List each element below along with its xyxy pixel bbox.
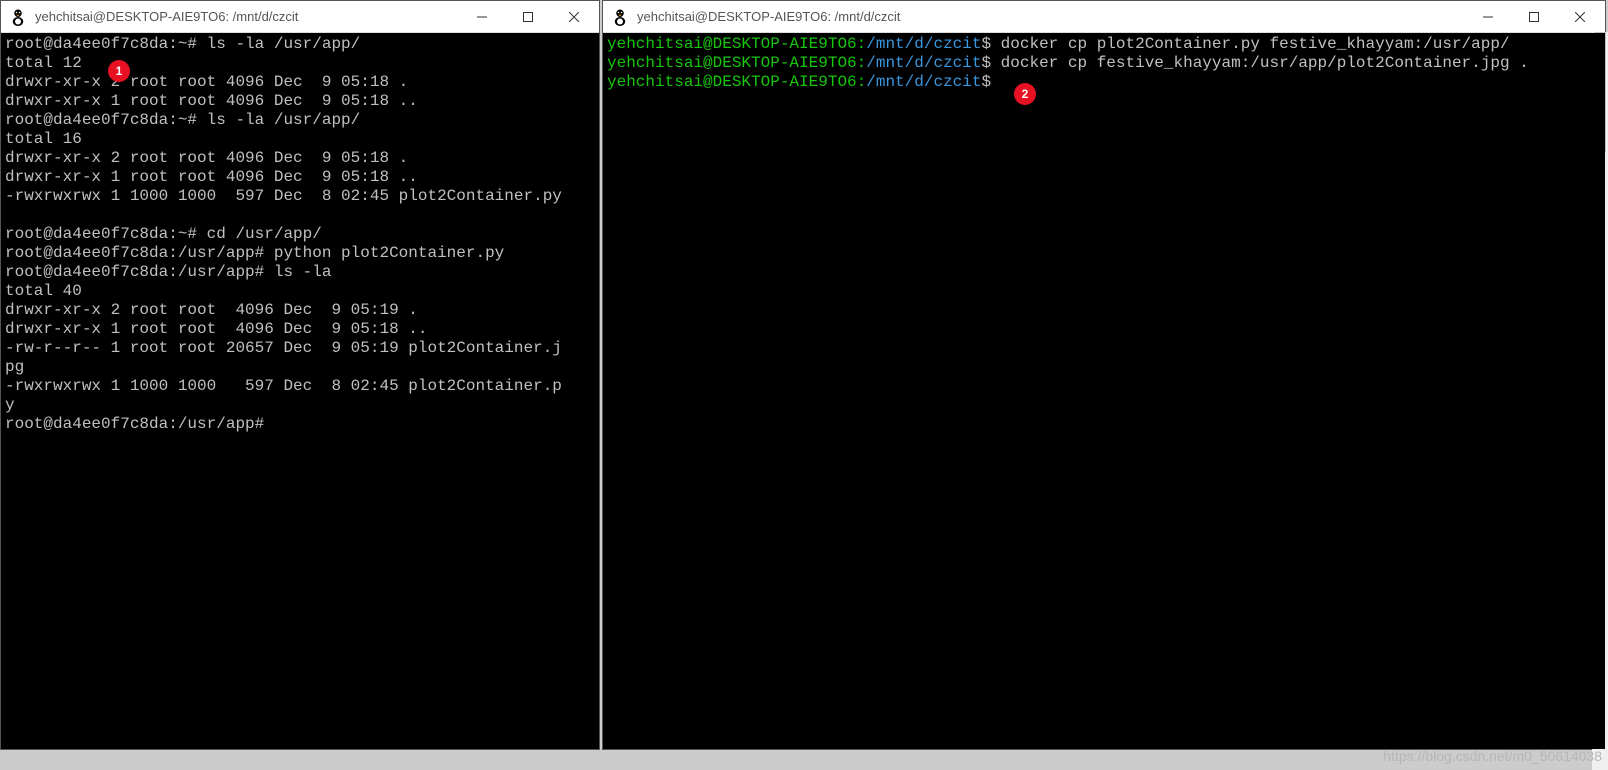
terminal-line: y xyxy=(5,396,595,415)
terminal-line: root@da4ee0f7c8da:/usr/app# xyxy=(5,415,595,434)
minimize-button[interactable] xyxy=(1465,2,1511,32)
titlebar[interactable]: yehchitsai@DESKTOP-AIE9TO6: /mnt/d/czcit xyxy=(603,1,1605,33)
maximize-button[interactable] xyxy=(505,2,551,32)
terminal-body[interactable]: yehchitsai@DESKTOP-AIE9TO6:/mnt/d/czcit$… xyxy=(603,33,1605,749)
watermark: https://blog.csdn.net/m0_50614038 xyxy=(1383,748,1602,764)
terminal-line: -rw-r--r-- 1 root root 20657 Dec 9 05:19… xyxy=(5,339,595,358)
terminal-line: root@da4ee0f7c8da:~# ls -la /usr/app/ xyxy=(5,35,595,54)
titlebar[interactable]: yehchitsai@DESKTOP-AIE9TO6: /mnt/d/czcit xyxy=(1,1,599,33)
terminal-line: yehchitsai@DESKTOP-AIE9TO6:/mnt/d/czcit$… xyxy=(607,54,1601,73)
terminal-line: drwxr-xr-x 1 root root 4096 Dec 9 05:18 … xyxy=(5,168,595,187)
prompt-cmd: $ xyxy=(981,73,991,91)
prompt-user: yehchitsai@DESKTOP-AIE9TO6: xyxy=(607,35,866,53)
window-title: yehchitsai@DESKTOP-AIE9TO6: /mnt/d/czcit xyxy=(35,9,459,24)
prompt-path: /mnt/d/czcit xyxy=(866,35,981,53)
maximize-button[interactable] xyxy=(1511,2,1557,32)
terminal-line: root@da4ee0f7c8da:/usr/app# python plot2… xyxy=(5,244,595,263)
tux-icon xyxy=(9,8,27,26)
terminal-line: root@da4ee0f7c8da:~# ls -la /usr/app/ xyxy=(5,111,595,130)
terminal-line: -rwxrwxrwx 1 1000 1000 597 Dec 8 02:45 p… xyxy=(5,187,595,206)
close-button[interactable] xyxy=(551,2,597,32)
minimize-button[interactable] xyxy=(459,2,505,32)
tux-icon xyxy=(611,8,629,26)
terminal-line: drwxr-xr-x 2 root root 4096 Dec 9 05:18 … xyxy=(5,149,595,168)
terminal-body[interactable]: root@da4ee0f7c8da:~# ls -la /usr/app/tot… xyxy=(1,33,599,749)
window-controls xyxy=(1465,2,1603,32)
window-title: yehchitsai@DESKTOP-AIE9TO6: /mnt/d/czcit xyxy=(637,9,1465,24)
prompt-path: /mnt/d/czcit xyxy=(866,73,981,91)
terminal-line: pg xyxy=(5,358,595,377)
annotation-badge-1: 1 xyxy=(108,60,130,82)
terminal-line: drwxr-xr-x 1 root root 4096 Dec 9 05:18 … xyxy=(5,320,595,339)
terminal-line: root@da4ee0f7c8da:~# cd /usr/app/ xyxy=(5,225,595,244)
prompt-cmd: $ docker cp festive_khayyam:/usr/app/plo… xyxy=(981,54,1528,72)
terminal-line: total 40 xyxy=(5,282,595,301)
terminal-line: drwxr-xr-x 2 root root 4096 Dec 9 05:18 … xyxy=(5,73,595,92)
terminal-window-left: yehchitsai@DESKTOP-AIE9TO6: /mnt/d/czcit… xyxy=(0,0,600,750)
prompt-path: /mnt/d/czcit xyxy=(866,54,981,72)
terminal-window-right: yehchitsai@DESKTOP-AIE9TO6: /mnt/d/czcit… xyxy=(602,0,1606,750)
terminal-line: yehchitsai@DESKTOP-AIE9TO6:/mnt/d/czcit$ xyxy=(607,73,1601,92)
terminal-line: total 16 xyxy=(5,130,595,149)
close-button[interactable] xyxy=(1557,2,1603,32)
terminal-line: drwxr-xr-x 1 root root 4096 Dec 9 05:18 … xyxy=(5,92,595,111)
prompt-user: yehchitsai@DESKTOP-AIE9TO6: xyxy=(607,54,866,72)
prompt-user: yehchitsai@DESKTOP-AIE9TO6: xyxy=(607,73,866,91)
terminal-line: total 12 xyxy=(5,54,595,73)
terminal-line: yehchitsai@DESKTOP-AIE9TO6:/mnt/d/czcit$… xyxy=(607,35,1601,54)
terminal-line: -rwxrwxrwx 1 1000 1000 597 Dec 8 02:45 p… xyxy=(5,377,595,396)
terminal-line xyxy=(5,206,595,225)
terminal-line: root@da4ee0f7c8da:/usr/app# ls -la xyxy=(5,263,595,282)
terminal-line: drwxr-xr-x 2 root root 4096 Dec 9 05:19 … xyxy=(5,301,595,320)
prompt-cmd: $ docker cp plot2Container.py festive_kh… xyxy=(981,35,1509,53)
annotation-badge-2: 2 xyxy=(1014,83,1036,105)
window-controls xyxy=(459,2,597,32)
